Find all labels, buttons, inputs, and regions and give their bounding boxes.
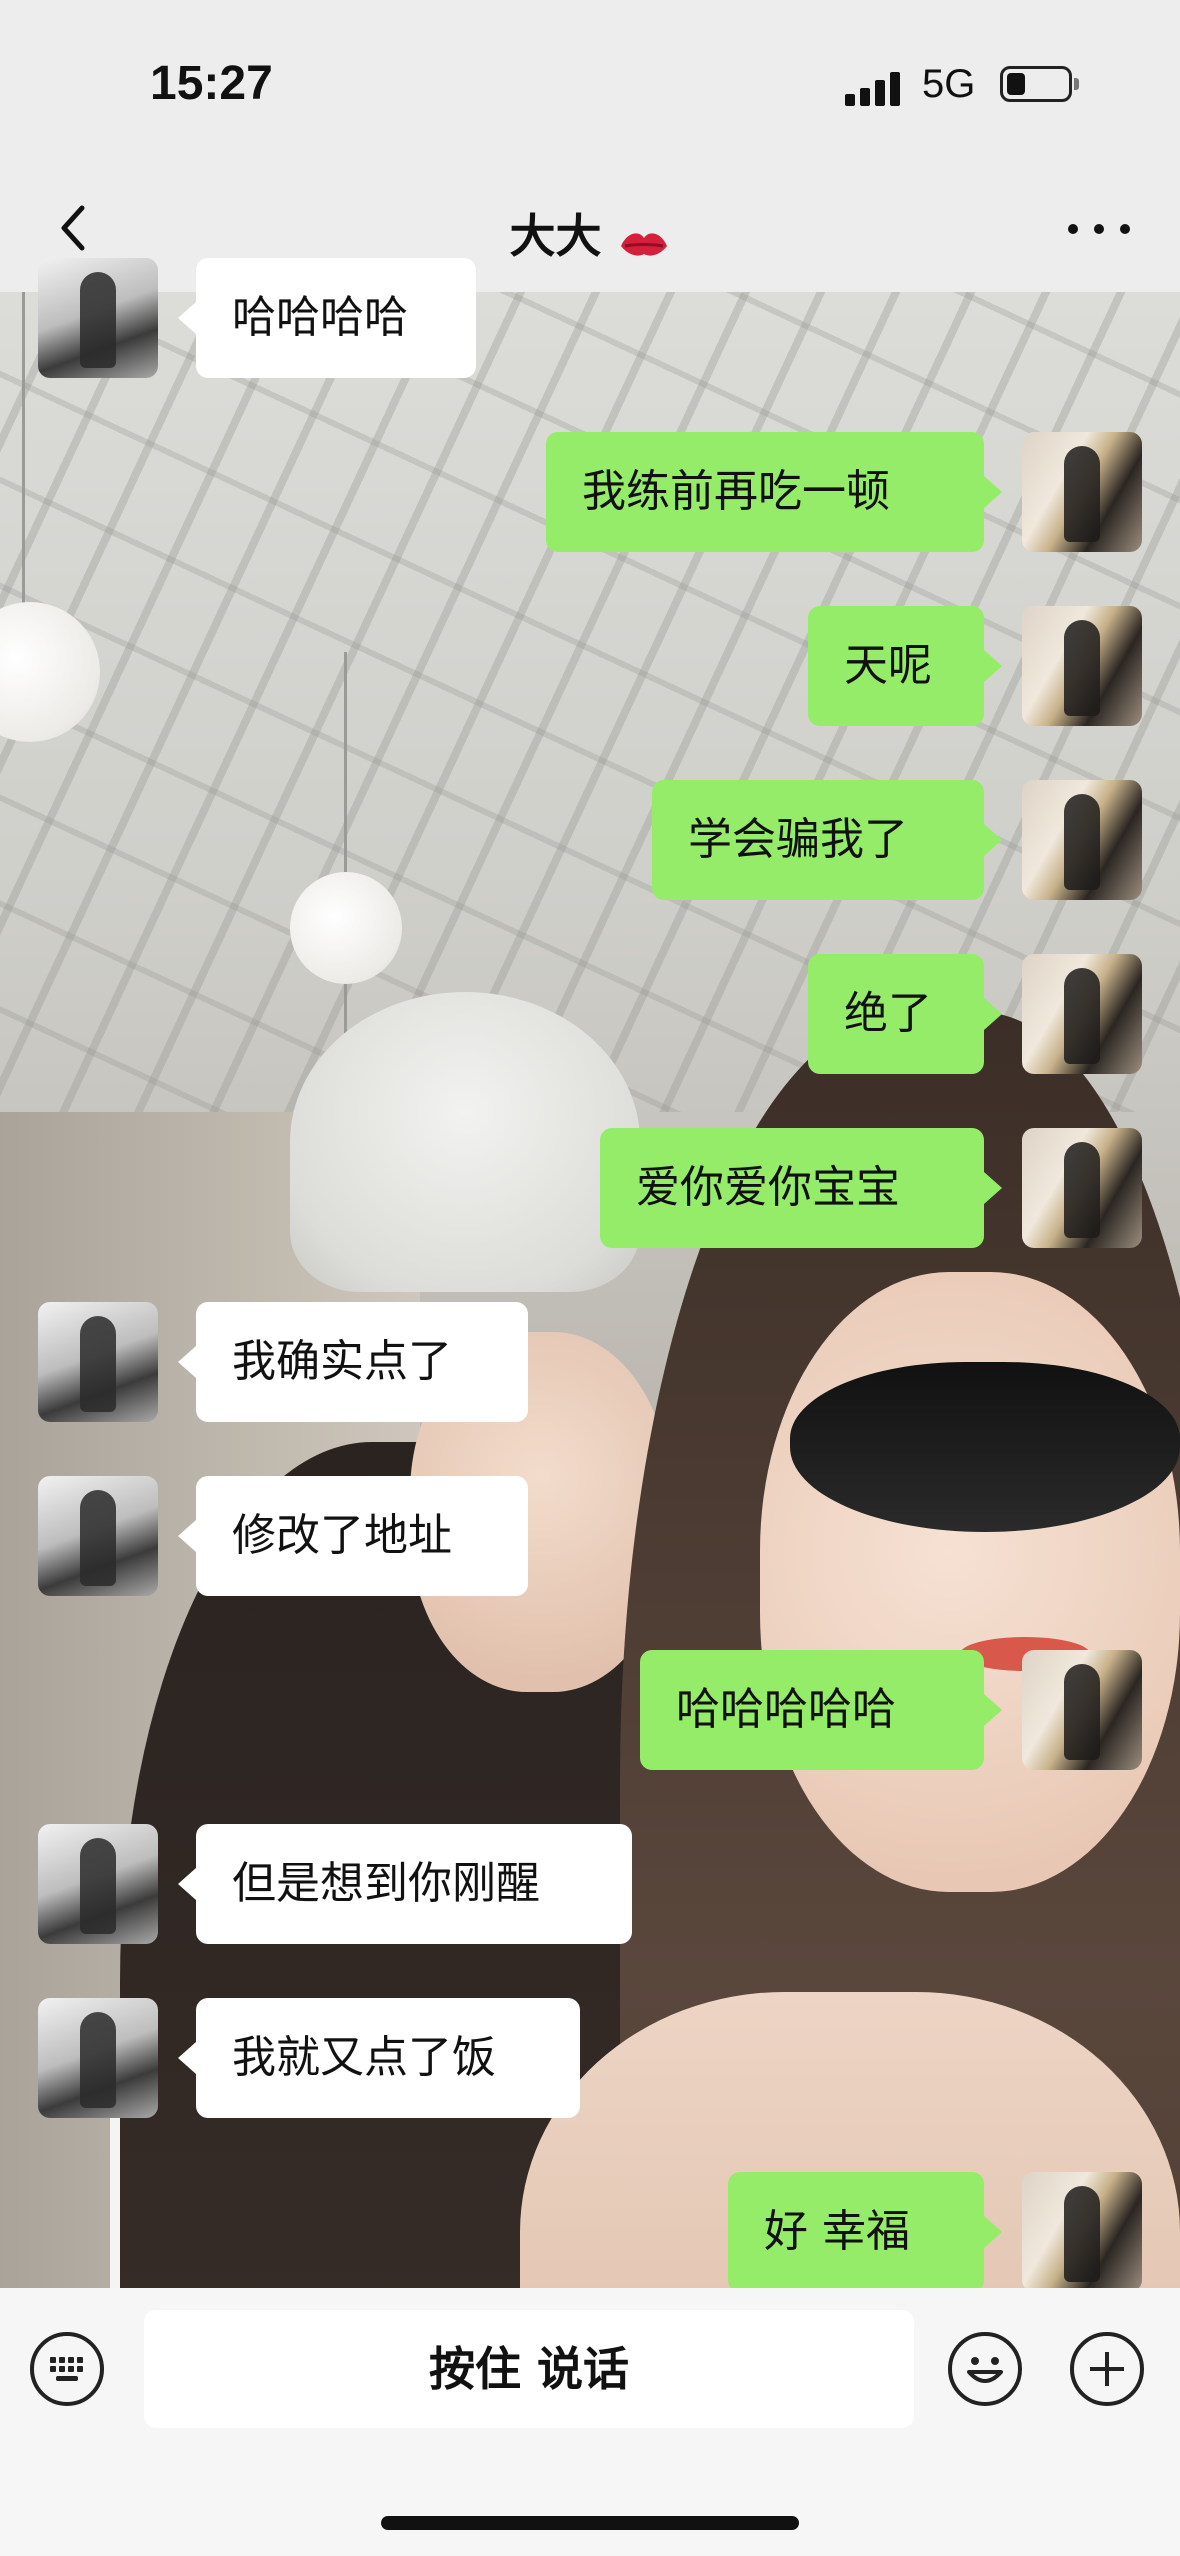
contact-avatar[interactable] <box>38 258 158 378</box>
more-options-button[interactable] <box>1064 208 1134 248</box>
chat-header: 大大 <box>0 170 1180 292</box>
message-bubble[interactable]: 我确实点了 <box>178 1302 528 1422</box>
network-type: 5G <box>922 62 976 106</box>
message-bubble[interactable]: 天呢 <box>808 606 1002 726</box>
kiss-emoji-icon <box>617 224 671 272</box>
more-functions-button[interactable] <box>1070 2332 1144 2406</box>
my-avatar[interactable] <box>1022 1128 1142 1248</box>
status-bar: 15:27 5G <box>0 0 1180 170</box>
message-bubble[interactable]: 学会骗我了 <box>652 780 1002 900</box>
message-bubble[interactable]: 哈哈哈哈 <box>178 258 476 378</box>
message-bubble[interactable]: 好 幸福 <box>728 2172 1002 2292</box>
my-avatar[interactable] <box>1022 780 1142 900</box>
status-time: 15:27 <box>150 57 273 110</box>
signal-icon <box>845 70 905 106</box>
message-bubble[interactable]: 爱你爱你宝宝 <box>600 1128 1002 1248</box>
emoji-button[interactable] <box>948 2332 1022 2406</box>
home-indicator <box>381 2516 799 2530</box>
contact-avatar[interactable] <box>38 1824 158 1944</box>
contact-avatar[interactable] <box>38 1476 158 1596</box>
chat-background-photo <box>0 292 1180 2292</box>
contact-avatar[interactable] <box>38 1998 158 2118</box>
keyboard-icon <box>50 2357 83 2381</box>
my-avatar[interactable] <box>1022 1650 1142 1770</box>
message-bubble[interactable]: 但是想到你刚醒 <box>178 1824 632 1944</box>
smiley-icon <box>967 2357 1003 2383</box>
my-avatar[interactable] <box>1022 606 1142 726</box>
chat-input-bar: 按住 说话 <box>0 2288 1180 2556</box>
battery-icon <box>1000 66 1079 102</box>
my-avatar[interactable] <box>1022 2172 1142 2292</box>
message-bubble[interactable]: 绝了 <box>808 954 1002 1074</box>
contact-avatar[interactable] <box>38 1302 158 1422</box>
message-bubble[interactable]: 我练前再吃一顿 <box>546 432 1002 552</box>
chat-title: 大大 <box>509 209 602 263</box>
message-bubble[interactable]: 哈哈哈哈哈 <box>640 1650 1002 1770</box>
keyboard-toggle-button[interactable] <box>30 2332 104 2406</box>
hold-to-talk-button[interactable]: 按住 说话 <box>144 2310 914 2428</box>
message-bubble[interactable]: 修改了地址 <box>178 1476 528 1596</box>
my-avatar[interactable] <box>1022 954 1142 1074</box>
my-avatar[interactable] <box>1022 432 1142 552</box>
plus-icon <box>1090 2352 1124 2386</box>
message-bubble[interactable]: 我就又点了饭 <box>178 1998 580 2118</box>
